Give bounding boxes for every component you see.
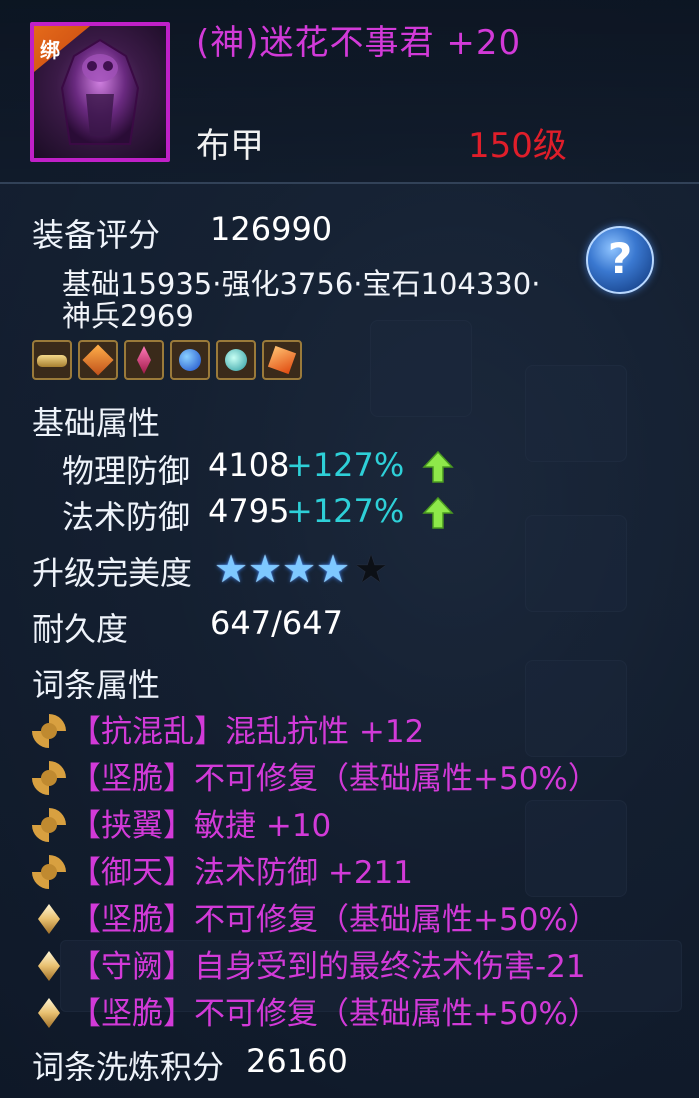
attr-name: 物理防御 [62, 452, 191, 490]
refine-value: 26160 [246, 1042, 348, 1080]
diamond-icon [32, 949, 66, 983]
affix-text: 【御天】法术防御 +211 [70, 855, 413, 891]
star-filled-icon: ★ [316, 547, 351, 591]
affix-row: 【御天】法术防御 +211 [32, 847, 413, 892]
star-empty-icon: ★ [354, 547, 389, 591]
attr-name: 法术防御 [62, 498, 191, 536]
affix-text: 【守阙】自身受到的最终法术伤害-21 [70, 949, 586, 985]
affix-text: 【坚脆】不可修复（基础属性+50%） [70, 761, 599, 797]
bind-label: 绑 [40, 38, 60, 62]
diamond-icon [32, 902, 66, 936]
diamond-icon [32, 996, 66, 1030]
star-filled-icon: ★ [214, 547, 249, 591]
affix-text: 【坚脆】不可修复（基础属性+50%） [70, 902, 599, 938]
perfection-label: 升级完美度 [32, 554, 193, 592]
help-button[interactable]: ? [586, 226, 654, 294]
affix-row: 【坚脆】不可修复（基础属性+50%） [32, 988, 599, 1033]
affixes-title: 词条属性 [32, 666, 161, 704]
question-icon: ? [607, 234, 633, 283]
score-breakdown-line2: 神兵2969 [62, 299, 194, 333]
gold-bar-gem-icon[interactable] [32, 340, 72, 380]
affix-text: 【坚脆】不可修复（基础属性+50%） [70, 996, 599, 1032]
attr-bonus: +127% [286, 446, 405, 484]
sapphire-gem-icon[interactable] [170, 340, 210, 380]
fire-gem-icon[interactable] [262, 340, 302, 380]
affix-row: 【挟翼】敏捷 +10 [32, 800, 331, 845]
attr-value: 4108 [208, 446, 290, 484]
affix-row: 【抗混乱】混乱抗性 +12 [32, 706, 424, 751]
score-value: 126990 [210, 210, 333, 248]
score-label: 装备评分 [32, 216, 161, 254]
durability-label: 耐久度 [32, 610, 129, 648]
swirl-icon [32, 761, 66, 795]
ruby-gem-icon[interactable] [124, 340, 164, 380]
durability-value: 647/647 [210, 604, 343, 642]
amber-gem-icon[interactable] [78, 340, 118, 380]
item-level: 150级 [468, 126, 567, 166]
affix-text: 【抗混乱】混乱抗性 +12 [70, 714, 425, 750]
item-type: 布甲 [196, 126, 264, 166]
swirl-icon [32, 808, 66, 842]
affix-row: 【坚脆】不可修复（基础属性+50%） [32, 753, 599, 798]
score-breakdown-line1: 基础15935·强化3756·宝石104330· [62, 267, 541, 301]
star-filled-icon: ★ [282, 547, 317, 591]
star-filled-icon: ★ [248, 547, 283, 591]
item-name: (神)迷花不事君 +20 [196, 23, 522, 63]
attr-value: 4795 [208, 492, 290, 530]
attr-bonus: +127% [286, 492, 405, 530]
swirl-icon [32, 855, 66, 889]
swirl-icon [32, 714, 66, 748]
refine-label: 词条洗炼积分 [32, 1048, 225, 1086]
affix-row: 【坚脆】不可修复（基础属性+50%） [32, 894, 599, 939]
aqua-gem-icon[interactable] [216, 340, 256, 380]
affix-row: 【守阙】自身受到的最终法术伤害-21 [32, 941, 586, 986]
base-attrs-title: 基础属性 [32, 404, 161, 442]
affix-text: 【挟翼】敏捷 +10 [70, 808, 332, 844]
arrow-up-icon [422, 496, 454, 529]
item-icon: 绑 [30, 22, 170, 162]
arrow-up-icon [422, 450, 454, 483]
